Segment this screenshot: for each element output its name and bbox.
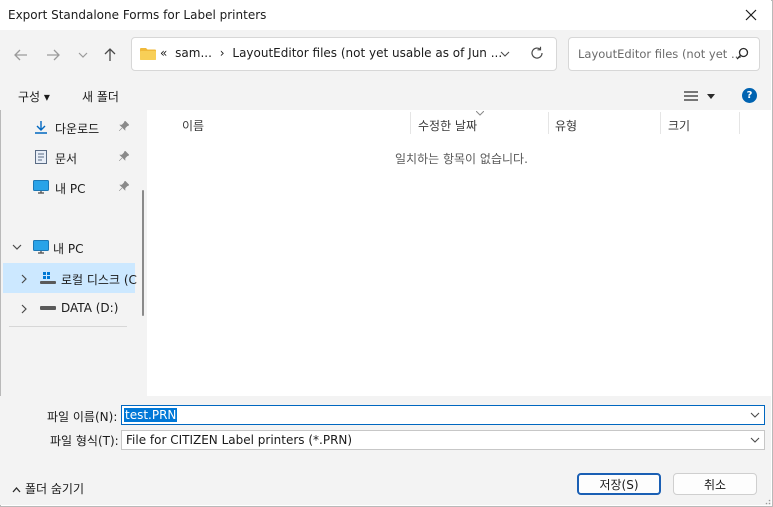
drive-icon	[40, 306, 56, 310]
sidebar-item-downloads[interactable]: 다운로드	[1, 112, 147, 142]
column-separator[interactable]	[739, 112, 740, 134]
filename-value[interactable]: test.PRN	[124, 408, 178, 422]
forward-button[interactable]	[42, 44, 64, 66]
column-header-name[interactable]: 이름	[182, 117, 204, 134]
sidebar-item-label: DATA (D:)	[61, 301, 119, 315]
download-icon	[35, 121, 47, 134]
tree-item-this-pc[interactable]: 내 PC	[1, 232, 147, 262]
empty-message: 일치하는 항목이 없습니다.	[395, 152, 528, 166]
chevron-down-icon[interactable]	[750, 412, 760, 418]
monitor-icon	[33, 180, 49, 194]
arrow-right-icon	[47, 49, 60, 61]
save-button[interactable]: 저장(S)	[577, 473, 661, 495]
sidebar-item-label: 내 PC	[55, 182, 86, 196]
view-list-icon[interactable]	[684, 91, 698, 101]
organize-button[interactable]: 구성 ▾	[18, 88, 50, 105]
chevron-up-icon	[12, 487, 21, 493]
navigation-pane: 다운로드 문서 내 PC 내 PC 로컬 디스크 (C DATA (D:)	[1, 110, 147, 396]
chevron-down-icon	[78, 52, 88, 58]
chevron-down-icon[interactable]	[750, 437, 760, 443]
document-icon	[35, 150, 47, 164]
breadcrumb-current[interactable]: LayoutEditor files (not yet usable as of…	[232, 46, 502, 60]
column-header-date-modified[interactable]: 수정한 날짜	[418, 117, 477, 134]
sidebar-item-label: 다운로드	[55, 122, 100, 136]
close-icon	[745, 9, 757, 21]
address-bar[interactable]: « sam... › LayoutEditor files (not yet u…	[131, 37, 557, 71]
column-separator[interactable]	[660, 112, 661, 134]
title-bar: Export Standalone Forms for Label printe…	[0, 0, 771, 30]
arrow-left-icon	[14, 49, 27, 61]
breadcrumb-overflow[interactable]: «	[160, 46, 167, 60]
view-dropdown-icon[interactable]	[707, 94, 715, 99]
folder-icon	[140, 48, 156, 60]
sidebar-item-label: 로컬 디스크 (C	[61, 273, 137, 287]
filename-field[interactable]: test.PRN	[121, 405, 765, 425]
cancel-button-label: 취소	[703, 477, 727, 492]
tree-item-data-d[interactable]: DATA (D:)	[1, 293, 147, 323]
chevron-down-icon[interactable]	[500, 51, 510, 57]
up-button[interactable]	[99, 44, 121, 66]
breadcrumb-separator[interactable]: ›	[220, 46, 225, 60]
close-button[interactable]	[731, 0, 771, 30]
pin-icon	[119, 121, 129, 131]
hide-folders-button[interactable]: 폴더 숨기기	[12, 480, 84, 497]
sidebar-scrollbar[interactable]	[142, 190, 144, 316]
column-separator[interactable]	[548, 112, 549, 134]
windows-drive-icon	[40, 272, 56, 284]
new-folder-button[interactable]: 새 폴더	[82, 88, 119, 105]
column-separator[interactable]	[410, 112, 411, 134]
filetype-value: File for CITIZEN Label printers (*.PRN)	[126, 433, 353, 447]
monitor-icon	[33, 240, 49, 254]
file-list: 이름 수정한 날짜 유형 크기 일치하는 항목이 없습니다.	[150, 110, 770, 396]
sidebar-item-documents[interactable]: 문서	[1, 142, 147, 172]
chevron-right-icon	[21, 304, 27, 314]
search-icon	[736, 47, 749, 60]
breadcrumb-item[interactable]: sam...	[175, 46, 212, 60]
hide-folders-label: 폴더 숨기기	[25, 482, 85, 496]
save-button-label: 저장(S)	[599, 477, 639, 492]
column-header-type[interactable]: 유형	[555, 117, 577, 134]
sidebar-divider	[9, 326, 127, 327]
pin-icon	[119, 151, 129, 161]
sidebar-item-label: 문서	[55, 152, 78, 166]
filetype-label: 파일 형식(T):	[50, 434, 119, 448]
chevron-right-icon	[21, 274, 27, 284]
help-icon[interactable]: ?	[742, 88, 757, 103]
arrow-up-icon	[104, 48, 116, 61]
command-bar: 구성 ▾ 새 폴더	[0, 80, 771, 110]
tree-item-local-disk-c[interactable]: 로컬 디스크 (C	[3, 263, 137, 293]
column-header-size[interactable]: 크기	[668, 117, 690, 134]
back-button[interactable]	[10, 44, 32, 66]
breadcrumb: « sam... › LayoutEditor files (not yet u…	[160, 46, 506, 60]
sort-indicator-icon	[476, 111, 484, 116]
sidebar-item-label: 내 PC	[53, 242, 84, 256]
pin-icon	[119, 181, 129, 191]
filetype-select[interactable]: File for CITIZEN Label printers (*.PRN)	[121, 430, 765, 450]
search-placeholder: LayoutEditor files (not yet ...	[578, 47, 742, 61]
filename-label: 파일 이름(N):	[47, 410, 118, 424]
sidebar-item-this-pc[interactable]: 내 PC	[1, 172, 147, 202]
cancel-button[interactable]: 취소	[673, 473, 757, 495]
chevron-down-icon	[12, 244, 22, 250]
recent-locations-button[interactable]	[72, 44, 94, 66]
refresh-icon[interactable]	[530, 46, 544, 60]
search-box[interactable]: LayoutEditor files (not yet ...	[568, 37, 760, 71]
window-title: Export Standalone Forms for Label printe…	[8, 8, 267, 22]
resize-grip-icon[interactable]	[763, 497, 771, 505]
